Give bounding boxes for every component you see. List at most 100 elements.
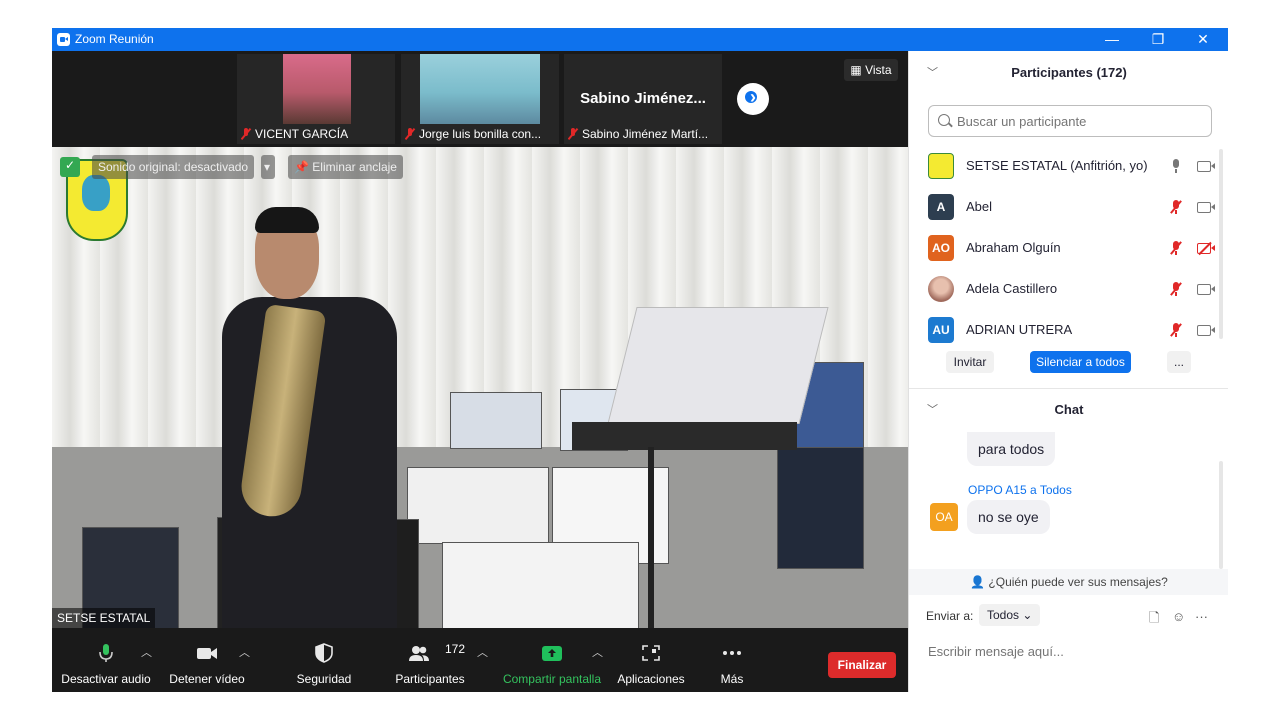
participant-row[interactable]: SETSE ESTATAL (Anfitrión, yo)	[909, 145, 1219, 186]
invite-button[interactable]: Invitar	[946, 351, 994, 373]
original-sound-toggle[interactable]: Sonido original: desactivado	[92, 155, 255, 179]
avatar: AO	[928, 235, 954, 261]
close-button[interactable]: ✕	[1180, 28, 1226, 51]
participant-row[interactable]: AO Abraham Olguín	[909, 227, 1219, 268]
participants-button[interactable]: 172 Participantes	[390, 628, 470, 692]
participant-row[interactable]: AU ADRIAN UTRERA	[909, 309, 1219, 350]
chat-messages: para todos OPPO A15 a Todos OA no se oye	[909, 432, 1228, 569]
view-button[interactable]: ▦ Vista	[844, 59, 898, 81]
original-sound-dropdown[interactable]: ▾	[261, 155, 275, 179]
video-thumbnail[interactable]: VICENT GARCÍA	[237, 54, 395, 144]
participants-more-button[interactable]: ...	[1167, 351, 1191, 373]
prize-box	[777, 447, 864, 569]
mute-audio-button[interactable]: Desactivar audio	[60, 628, 152, 692]
participants-count: 172	[445, 642, 466, 656]
chevron-down-icon: ⌄	[1022, 608, 1033, 622]
stop-video-button[interactable]: Detener vídeo	[164, 628, 250, 692]
video-camera-icon	[197, 648, 217, 659]
participant-name: Jorge luis bonilla con...	[419, 127, 542, 141]
chat-message-input[interactable]	[926, 639, 1220, 663]
video-thumbnail[interactable]: Jorge luis bonilla con...	[401, 54, 559, 144]
mic-muted-icon[interactable]	[1170, 241, 1182, 255]
prize-box	[442, 542, 639, 628]
mute-all-button[interactable]: Silenciar a todos	[1030, 351, 1131, 373]
music-stand-pole	[648, 447, 654, 628]
prize-box	[450, 392, 542, 449]
video-camera-icon[interactable]	[1197, 161, 1215, 172]
participants-scrollbar[interactable]	[1219, 149, 1223, 339]
file-icon[interactable]: 🗋	[1149, 609, 1159, 631]
laptop	[607, 307, 829, 424]
speaker-name-label: SETSE ESTATAL	[52, 608, 156, 628]
avatar	[928, 153, 954, 179]
mic-muted-icon[interactable]	[1170, 282, 1182, 296]
who-can-see-messages[interactable]: 👤 ¿Quién puede ver sus mensajes?	[909, 569, 1228, 595]
avatar: OA	[930, 503, 958, 531]
chat-message: no se oye	[967, 500, 1050, 534]
participant-display-name: Sabino Jiménez...	[580, 90, 706, 107]
apps-button[interactable]: Aplicaciones	[612, 628, 690, 692]
video-thumbnail[interactable]: Sabino Jiménez... Sabino Jiménez Martí..…	[564, 54, 722, 144]
mic-muted-icon	[405, 128, 415, 140]
chevron-down-icon: ▾	[264, 160, 271, 174]
unpin-button[interactable]: 📌 Eliminar anclaje	[288, 155, 403, 179]
mic-muted-icon	[568, 128, 578, 140]
title-bar: Zoom Reunión — ❐ ✕	[52, 28, 1228, 51]
share-screen-icon	[542, 646, 562, 661]
audio-options-caret[interactable]: ︿	[141, 644, 152, 660]
participant-search	[928, 105, 1212, 137]
collapse-participants-chevron-icon[interactable]: ﹀	[927, 53, 938, 93]
pin-icon: 📌	[294, 160, 313, 174]
more-dots-icon	[723, 651, 741, 655]
mic-muted-icon[interactable]	[1170, 323, 1182, 337]
divider	[909, 388, 1228, 389]
participant-list: SETSE ESTATAL (Anfitrión, yo) A Abel AO …	[909, 145, 1228, 343]
video-thumbnail-strip: VICENT GARCÍA Jorge luis bonilla con... …	[52, 51, 908, 147]
participant-row[interactable]: Adela Castillero	[909, 268, 1219, 309]
chat-sender: OPPO A15 a Todos	[968, 483, 1072, 497]
minimize-button[interactable]: —	[1089, 28, 1135, 51]
participants-options-caret[interactable]: ︿	[477, 644, 488, 660]
more-button[interactable]: Más	[710, 628, 754, 692]
mic-muted-icon[interactable]	[1170, 200, 1182, 214]
side-panel: ﹀ Participantes (172) SETSE ESTATAL (Anf…	[908, 51, 1228, 692]
video-camera-icon[interactable]	[1197, 284, 1215, 295]
video-camera-icon[interactable]	[1197, 325, 1215, 336]
microphone-icon[interactable]	[1171, 159, 1181, 173]
send-to-dropdown[interactable]: Todos ⌄	[979, 604, 1041, 626]
participants-title: Participantes (172)	[1011, 65, 1127, 80]
apps-icon	[642, 645, 660, 661]
active-speaker-video[interactable]: Sonido original: desactivado ▾ 📌 Elimina…	[52, 147, 908, 628]
send-to-label: Enviar a:	[926, 609, 974, 623]
participant-video	[283, 54, 351, 124]
share-options-caret[interactable]: ︿	[592, 644, 603, 660]
emoji-icon[interactable]: ☺	[1172, 609, 1185, 624]
microphone-icon	[99, 644, 113, 662]
window-title: Zoom Reunión	[75, 32, 154, 46]
chat-scrollbar[interactable]	[1219, 461, 1223, 569]
search-icon	[938, 114, 950, 126]
chevron-right-icon: ›	[750, 87, 756, 107]
end-meeting-button[interactable]: Finalizar	[828, 652, 896, 678]
participant-row[interactable]: A Abel	[909, 186, 1219, 227]
performer-hair	[255, 207, 319, 233]
video-camera-icon[interactable]	[1197, 202, 1215, 213]
participants-header: ﹀ Participantes (172)	[909, 53, 1228, 93]
prize-box	[407, 467, 549, 544]
person-icon: 👤	[970, 575, 989, 589]
shield-icon	[315, 643, 333, 663]
avatar: AU	[928, 317, 954, 343]
participant-search-input[interactable]	[955, 110, 1209, 132]
video-off-icon[interactable]	[1197, 241, 1215, 256]
chat-message: para todos	[967, 432, 1056, 466]
collapse-chat-chevron-icon[interactable]: ﹀	[927, 390, 938, 430]
video-options-caret[interactable]: ︿	[239, 644, 250, 660]
chat-header: ﹀ Chat	[909, 390, 1228, 430]
mic-muted-icon	[241, 128, 251, 140]
security-button[interactable]: Seguridad	[287, 628, 361, 692]
zoom-window: Zoom Reunión — ❐ ✕ VICENT GARCÍA Jorge l…	[52, 28, 1228, 692]
more-dots-icon[interactable]: ···	[1195, 609, 1208, 624]
restore-button[interactable]: ❐	[1135, 28, 1181, 51]
next-page-button[interactable]: ›	[737, 83, 769, 115]
share-screen-button[interactable]: Compartir pantalla	[500, 628, 604, 692]
